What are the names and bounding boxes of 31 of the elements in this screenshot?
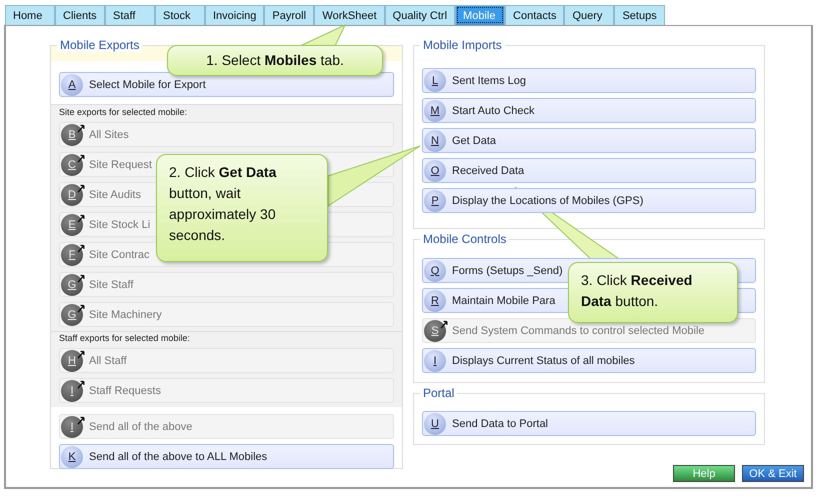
shortcut-key: Q [424,260,446,282]
instruction-tooltip: 1. Select Mobiles tab. [167,45,383,76]
instruction-tooltip: 3. Click Received Data button. [568,262,738,323]
section-heading: Site exports for selected mobile: [59,107,188,117]
shortcut-key: S [424,320,446,342]
panel-title: Mobile Exports [57,38,142,52]
section-heading: Staff exports for selected mobile: [59,333,191,343]
shortcut-key: M [424,100,446,122]
shortcut-key: G [61,304,83,326]
shortcut-key: H [61,350,83,372]
shortcut-key: O [424,160,446,182]
shortcut-key: K [61,446,83,468]
shortcut-key: I [61,380,83,402]
shortcut-key: E [61,214,83,236]
shortcut-key: I [61,416,83,438]
shortcut-key: R [424,290,446,312]
shortcut-key: G [61,274,83,296]
group-title: Mobile Imports [420,38,505,52]
shortcut-key: N [424,130,446,152]
group-title: Mobile Controls [420,232,510,246]
shortcut-key: U [424,412,446,434]
instruction-tooltip: 2. Click Get Data button, wait approximately 30 seconds. [156,154,328,262]
shortcut-key: B [61,124,83,146]
shortcut-key: L [424,70,446,92]
shortcut-key: A [61,74,83,96]
shortcut-key: I [424,350,446,372]
shortcut-key: C [61,154,83,176]
shortcut-key: P [424,190,446,212]
group-title: Portal [420,386,458,400]
shortcut-key: D [61,184,83,206]
shortcut-key: F [61,244,83,266]
